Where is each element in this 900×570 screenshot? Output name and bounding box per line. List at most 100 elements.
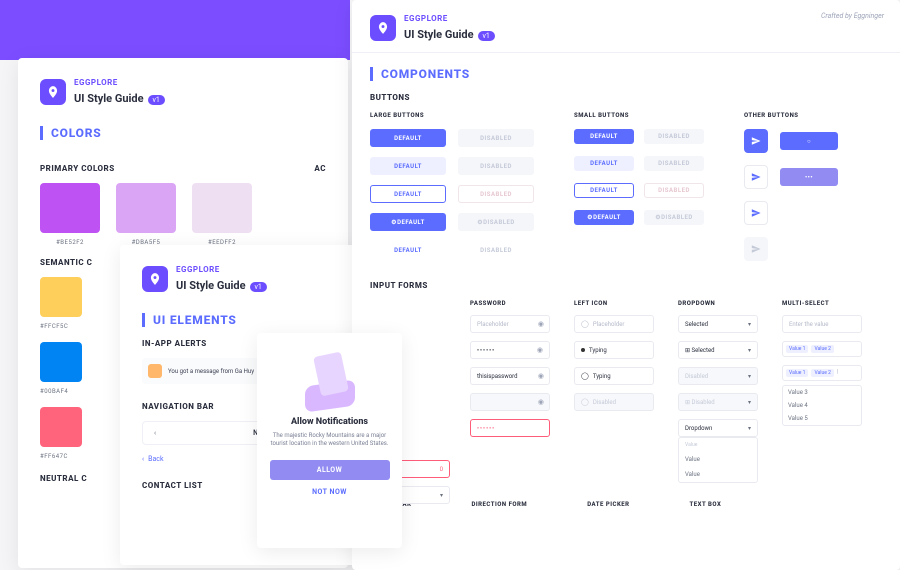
dropdown-col-title: DROPDOWN [678,300,766,307]
chevron-left-icon: ‹ [142,455,144,463]
btn-sm-outline[interactable]: DEFAULT [574,183,634,198]
dropdown-disabled: Disabled▾ [678,367,758,385]
multiselect-option[interactable]: Value 3 [783,386,861,399]
multiselect-option[interactable]: Value 5 [783,412,861,425]
alert-text: You got a message from Ga Huy [168,368,254,375]
eye-icon[interactable]: ◉ [537,346,544,354]
btn-sm-disabled-out: DISABLED [644,183,704,198]
password-disabled: ◉ [470,393,550,411]
lefticon-typing-2[interactable]: ◯Typing [574,367,654,385]
multiselect-chips-2[interactable]: Value 1Value 2| [782,365,862,381]
btn-lg-outline[interactable]: DEFAULT [370,185,446,203]
dot-icon [581,348,585,352]
lefticon-typing[interactable]: Typing [574,341,654,359]
text-box-title: TEXT BOX [690,501,722,508]
other-buttons-title: OTHER BUTTONS [744,112,838,119]
btn-lg-ghost[interactable]: DEFAULT [370,241,446,259]
chip-value2[interactable]: Value 2 [811,369,833,377]
components-card: EGGPLORE UI Style Guidev1 Crafted by Egg… [352,0,900,570]
notif-text: The majestic Rocky Mountains are a major… [267,432,392,449]
multiselect-chips-1[interactable]: Value 1Value 2 [782,341,862,357]
btn-icon-send[interactable] [744,129,768,153]
alert-icon [148,364,162,378]
btn-lg-disabled: DISABLED [458,129,534,147]
caret-down-icon: ▾ [748,399,751,406]
brand-header: EGGPLORE UI Style Guide v1 [40,72,326,112]
btn-sm-disabled-2: DISABLED [644,156,704,171]
btn-sm-icon-disabled: ⚙ DISABLED [644,210,704,225]
btn-sm-disabled: DISABLED [644,129,704,144]
chip-value1[interactable]: Value 1 [786,369,808,377]
btn-lg-default[interactable]: DEFAULT [370,129,446,147]
circle-icon: ◯ [581,372,589,380]
eye-icon[interactable]: ◉ [538,320,544,328]
primary-colors-title: PRIMARY COLORS [40,164,115,173]
logo-icon [40,79,66,105]
btn-sm-default-light[interactable]: DEFAULT [574,156,634,171]
multiselect-placeholder[interactable]: Enter the value [782,315,862,333]
dropdown-option[interactable]: Value [679,452,757,467]
logo-icon [370,15,396,41]
chip-value1[interactable]: Value 1 [786,345,808,353]
caret-down-icon: ▾ [440,492,443,499]
dropdown-list: Value Value Value [678,437,758,483]
swatch-p1: #BE52F2 [40,183,100,246]
caret-down-icon: ▾ [748,347,751,354]
section-components-title: COMPONENTS [370,67,882,81]
not-now-button[interactable]: NOT NOW [267,488,392,496]
caret-down-icon: ▾ [748,373,751,380]
input-forms-title: INPUT FORMS [370,281,882,290]
dropdown-selected-icon[interactable]: ⊞ Selected▾ [678,341,758,359]
lefticon-placeholder[interactable]: ◯Placeholder [574,315,654,333]
caret-down-icon: ▾ [748,425,751,432]
dropdown-selected[interactable]: Selected▾ [678,315,758,333]
notif-title: Allow Notifications [267,417,392,427]
btn-lg-icon-disabled: ⚙ DISABLED [458,213,534,231]
password-error[interactable]: •••••• [470,419,550,437]
btn-dots[interactable]: ••• [780,168,838,186]
multiselect-list: Value 3 Value 4 Value 5 [782,385,862,426]
dropdown-open-trigger[interactable]: Dropdown▾ [678,419,758,437]
allow-button[interactable]: ALLOW [270,460,390,480]
btn-icon-send-disabled [744,237,768,261]
brand-header-3: EGGPLORE UI Style Guidev1 [370,8,882,48]
btn-lg-ghost-disabled: DISABLED [458,241,534,259]
btn-lg-disabled-2: DISABLED [458,157,534,175]
dropdown-disabled-icon: ⊞ Disabled▾ [678,393,758,411]
dropdown-list-header: Value [679,438,757,452]
password-col-title: PASSWORD [470,300,558,307]
logo-icon [142,266,168,292]
nav-back-icon[interactable]: ‹ [143,429,167,437]
large-buttons-title: LARGE BUTTONS [370,112,534,119]
password-filled[interactable]: thisispassword◉ [470,367,550,385]
brand-name: EGGPLORE [74,78,165,87]
chip-value2[interactable]: Value 2 [811,345,833,353]
password-placeholder[interactable]: Placeholder◉ [470,315,550,333]
brand-subtitle: UI Style Guide [74,92,144,105]
password-typing[interactable]: ••••••◉ [470,341,550,359]
version-pill: v1 [148,95,165,105]
notification-modal: Allow Notifications The majestic Rocky M… [257,333,402,548]
eye-icon[interactable]: ◉ [538,372,544,380]
buttons-title: BUTTONS [370,93,882,102]
btn-lg-icon-default[interactable]: ⚙ DEFAULT [370,213,446,231]
caret-down-icon: ▾ [748,321,751,328]
btn-sm-default[interactable]: DEFAULT [574,129,634,144]
direction-form-title: DIRECTION FORM [471,501,527,508]
btn-circle[interactable]: ○ [780,132,838,150]
multiselect-col-title: MULTI-SELECT [782,300,870,307]
multiselect-option[interactable]: Value 4 [783,399,861,412]
btn-icon-send-outline[interactable] [744,165,768,189]
section-colors-title: COLORS [40,126,326,140]
swatch-p2: #DBA5F5 [116,183,176,246]
btn-lg-default-light[interactable]: DEFAULT [370,157,446,175]
small-buttons-title: SMALL BUTTONS [574,112,704,119]
date-picker-title: DATE PICKER [587,501,629,508]
btn-lg-disabled-out: DISABLED [458,185,534,203]
crafted-by: Crafted by Eggninger [821,12,884,20]
btn-icon-send-outline-2[interactable] [744,201,768,225]
lefticon-disabled: ◯Disabled [574,393,654,411]
btn-sm-icon-default[interactable]: ⚙ DEFAULT [574,210,634,225]
eye-icon: ◉ [538,398,544,406]
dropdown-option[interactable]: Value [679,467,757,482]
